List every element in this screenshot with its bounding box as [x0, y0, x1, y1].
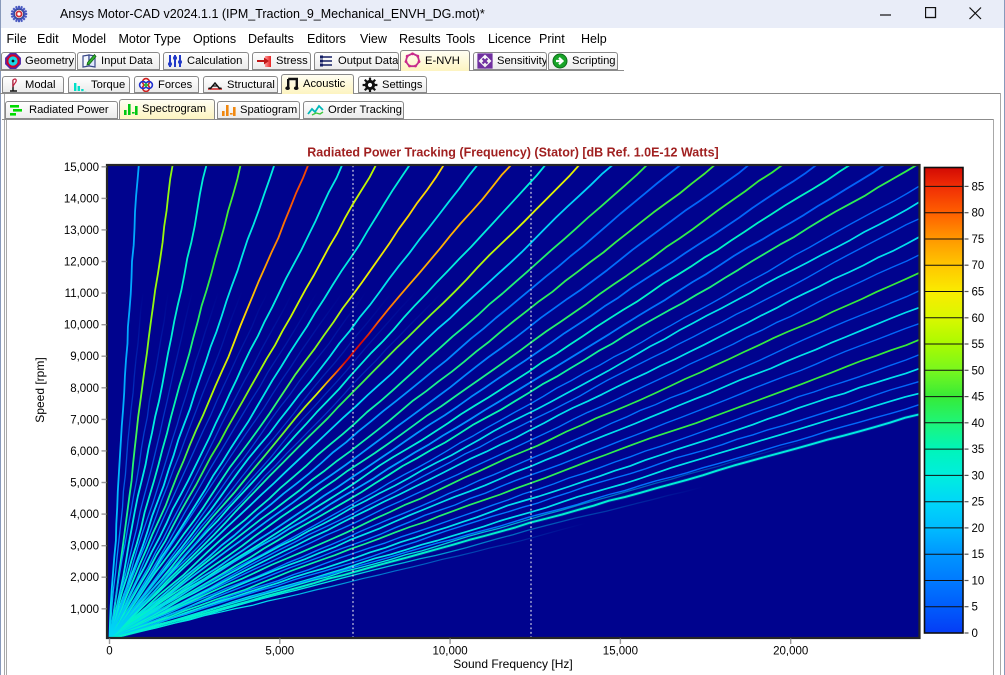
svg-text:30: 30: [972, 470, 985, 482]
svg-text:20: 20: [972, 523, 985, 535]
svg-text:65: 65: [972, 287, 985, 299]
svg-text:55: 55: [972, 339, 985, 351]
svg-text:25: 25: [972, 497, 985, 509]
svg-text:5,000: 5,000: [265, 646, 294, 658]
svg-text:7,000: 7,000: [70, 414, 99, 426]
svg-text:70: 70: [972, 260, 985, 272]
svg-text:10: 10: [972, 576, 985, 588]
svg-text:60: 60: [972, 313, 985, 325]
svg-text:15,000: 15,000: [64, 162, 99, 174]
svg-text:4,000: 4,000: [70, 509, 99, 521]
svg-text:50: 50: [972, 365, 985, 377]
svg-text:20,000: 20,000: [773, 646, 808, 658]
svg-text:14,000: 14,000: [64, 193, 99, 205]
svg-text:Speed [rpm]: Speed [rpm]: [33, 357, 47, 422]
svg-text:15,000: 15,000: [603, 646, 638, 658]
svg-text:12,000: 12,000: [64, 257, 99, 269]
svg-text:80: 80: [972, 208, 985, 220]
svg-text:Radiated Power Tracking (Frequ: Radiated Power Tracking (Frequency) (Sta…: [307, 146, 718, 160]
svg-text:5,000: 5,000: [70, 478, 99, 490]
svg-text:75: 75: [972, 234, 985, 246]
svg-text:10,000: 10,000: [433, 646, 468, 658]
svg-text:0: 0: [106, 646, 112, 658]
svg-text:Sound Frequency [Hz]: Sound Frequency [Hz]: [453, 657, 572, 671]
svg-text:9,000: 9,000: [70, 351, 99, 363]
svg-text:2,000: 2,000: [70, 572, 99, 584]
svg-text:6,000: 6,000: [70, 446, 99, 458]
svg-text:0: 0: [972, 628, 978, 640]
svg-text:40: 40: [972, 418, 985, 430]
svg-text:8,000: 8,000: [70, 383, 99, 395]
svg-text:85: 85: [972, 181, 985, 193]
svg-text:45: 45: [972, 392, 985, 404]
svg-text:13,000: 13,000: [64, 225, 99, 237]
svg-text:1,000: 1,000: [70, 604, 99, 616]
svg-text:15: 15: [972, 549, 985, 561]
svg-text:3,000: 3,000: [70, 541, 99, 553]
svg-text:11,000: 11,000: [65, 288, 99, 300]
svg-text:5: 5: [972, 602, 978, 614]
svg-text:35: 35: [972, 444, 985, 456]
svg-text:10,000: 10,000: [64, 320, 99, 332]
